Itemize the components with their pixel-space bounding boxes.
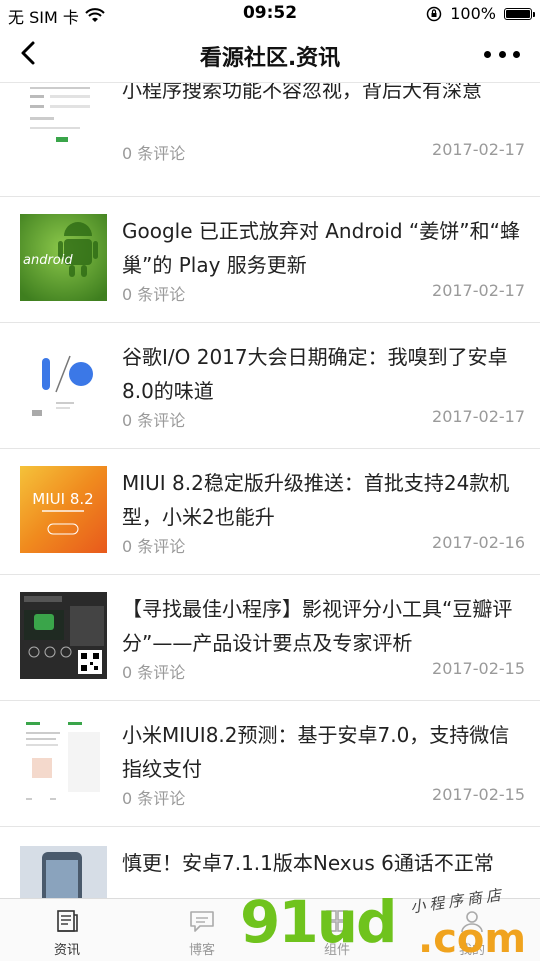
article-item[interactable]: 慎更！安卓7.1.1版本Nexus 6通话不正常: [0, 827, 540, 898]
miui-banner-image: MIUI 8.2: [20, 466, 107, 553]
android-robot-image: android: [20, 214, 107, 301]
chat-icon: [190, 911, 214, 932]
article-date: 2017-02-15: [432, 659, 525, 678]
tab-news[interactable]: 资讯: [17, 907, 117, 958]
nav-bar: 看源社区.资讯: [0, 28, 540, 83]
article-item[interactable]: 小程序搜索功能不容忽视，背后大有深意 0 条评论 2017-02-17: [0, 83, 540, 197]
article-thumbnail: [20, 340, 107, 427]
article-thumbnail: MIUI 8.2: [20, 466, 107, 553]
article-thumbnail: [20, 592, 107, 679]
article-item[interactable]: 小米MIUI8.2预测：基于安卓7.0，支持微信指纹支付 0 条评论 2017-…: [0, 701, 540, 827]
article-thumbnail: [20, 83, 107, 158]
rotation-lock-icon: [427, 6, 442, 21]
form-screenshot-image: [20, 83, 107, 158]
article-thumbnail: [20, 846, 107, 898]
comment-count: 0 条评论: [122, 789, 186, 808]
page-title: 看源社区.资讯: [199, 46, 341, 71]
article-item[interactable]: android Google 已正式放弃对 Android “姜饼”和“蜂巢”的…: [0, 197, 540, 323]
article-meta: 0 条评论 2017-02-17: [122, 281, 525, 305]
comment-count: 0 条评论: [122, 663, 186, 682]
article-meta: 0 条评论 2017-02-16: [122, 533, 525, 557]
comment-count: 0 条评论: [122, 144, 186, 163]
article-meta: 0 条评论 2017-02-17: [122, 407, 525, 431]
tab-label: 我的: [458, 943, 485, 958]
article-meta: 0 条评论 2017-02-15: [122, 785, 525, 809]
article-date: 2017-02-15: [432, 785, 525, 804]
article-thumbnail: android: [20, 214, 107, 301]
more-options-icon[interactable]: [484, 42, 520, 66]
google-io-logo-image: [20, 340, 107, 427]
article-item[interactable]: 【寻找最佳小程序】影视评分小工具“豆瓣评分”——产品设计要点及专家评析 0 条评…: [0, 575, 540, 701]
tab-bar: 资讯 博客 组件 我的: [0, 898, 540, 961]
article-thumbnail: [20, 718, 107, 805]
comment-count: 0 条评论: [122, 411, 186, 430]
article-title: 小米MIUI8.2预测：基于安卓7.0，支持微信指纹支付: [122, 723, 510, 781]
article-title: 【寻找最佳小程序】影视评分小工具“豆瓣评分”——产品设计要点及专家评析: [122, 597, 513, 655]
tab-components[interactable]: 组件: [287, 907, 387, 958]
status-bar: 无 SIM 卡 09:52 100%: [0, 0, 540, 28]
article-date: 2017-02-16: [432, 533, 525, 552]
article-meta: 0 条评论 2017-02-17: [122, 140, 525, 164]
battery-percent: 100%: [450, 4, 496, 23]
article-date: 2017-02-17: [432, 140, 525, 159]
status-right: 100%: [426, 4, 535, 23]
component-icon: [326, 910, 348, 932]
article-title: Google 已正式放弃对 Android “姜饼”和“蜂巢”的 Play 服务…: [122, 219, 521, 277]
article-title: 小程序搜索功能不容忽视，背后大有深意: [122, 83, 482, 102]
news-icon: [57, 910, 78, 932]
comment-count: 0 条评论: [122, 285, 186, 304]
battery-icon: [504, 7, 535, 20]
article-date: 2017-02-17: [432, 407, 525, 426]
douban-app-image: [20, 592, 107, 679]
profile-icon: [461, 911, 483, 933]
tab-label: 组件: [323, 943, 350, 958]
tab-blog[interactable]: 博客: [152, 907, 252, 958]
article-title: MIUI 8.2稳定版升级推送：首批支持24款机型，小米2也能升: [122, 471, 510, 529]
article-title: 谷歌I/O 2017大会日期确定：我嗅到了安卓8.0的味道: [122, 345, 508, 403]
miui-wordmark: MIUI 8.2: [32, 490, 93, 508]
tab-profile[interactable]: 我的: [422, 907, 522, 958]
tab-label: 资讯: [53, 943, 80, 958]
nexus-phone-image: [20, 846, 107, 898]
miui-settings-image: [20, 718, 107, 805]
android-wordmark: android: [23, 253, 73, 268]
comment-count: 0 条评论: [122, 537, 186, 556]
article-item[interactable]: 谷歌I/O 2017大会日期确定：我嗅到了安卓8.0的味道 0 条评论 2017…: [0, 323, 540, 449]
article-date: 2017-02-17: [432, 281, 525, 300]
article-list: 小程序搜索功能不容忽视，背后大有深意 0 条评论 2017-02-17 andr…: [0, 83, 540, 898]
article-meta: 0 条评论 2017-02-15: [122, 659, 525, 683]
article-item[interactable]: MIUI 8.2 MIUI 8.2稳定版升级推送：首批支持24款机型，小米2也能…: [0, 449, 540, 575]
article-title: 慎更！安卓7.1.1版本Nexus 6通话不正常: [122, 851, 494, 875]
tab-label: 博客: [188, 943, 215, 958]
